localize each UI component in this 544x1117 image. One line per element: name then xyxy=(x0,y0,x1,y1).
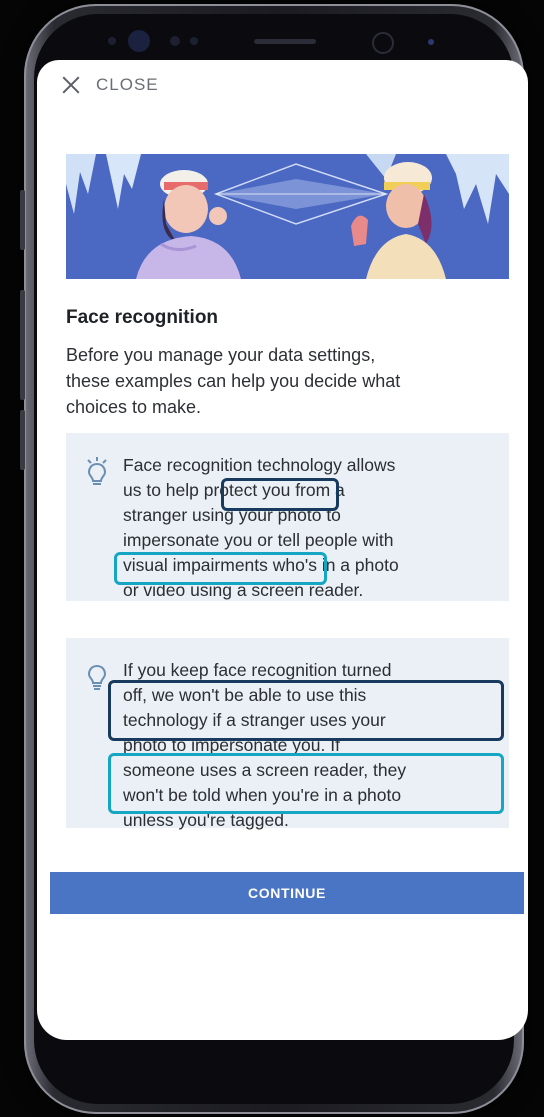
illustration-banner xyxy=(66,154,509,279)
intro-line: these examples can help you decide what xyxy=(66,371,401,391)
device-stage: CLOSE Face recognition Before you manage… xyxy=(0,0,544,1117)
highlight-visual-impairments xyxy=(114,552,327,585)
volume-button xyxy=(20,190,25,250)
camera-icon xyxy=(128,30,150,52)
highlight-protect-you xyxy=(221,478,339,511)
example-card-off: If you keep face recognition turned off,… xyxy=(66,638,509,830)
lightbulb-off-icon xyxy=(87,664,107,690)
continue-button[interactable]: CONTINUE xyxy=(50,872,524,914)
card-line: impersonate you or tell people with xyxy=(123,530,394,550)
example-card-on: Face recognition technology allows us to… xyxy=(66,433,509,601)
sensor-dot xyxy=(190,37,198,45)
app-screen: CLOSE Face recognition Before you manage… xyxy=(37,60,528,1040)
bixby-button xyxy=(20,410,25,470)
close-label: CLOSE xyxy=(96,75,159,94)
card-line: Face recognition technology allows xyxy=(123,455,396,475)
sensor-dot xyxy=(108,37,116,45)
intro-line: Before you manage your data settings, xyxy=(66,345,376,365)
close-button[interactable]: CLOSE xyxy=(60,73,159,97)
intro-line: choices to make. xyxy=(66,397,202,417)
highlight-impersonation xyxy=(108,680,504,741)
side-button xyxy=(20,290,25,400)
sensor-dot xyxy=(170,36,180,46)
lightbulb-on-icon xyxy=(87,457,107,485)
sensor-dot xyxy=(428,39,434,45)
face-recognition-illustration xyxy=(66,154,509,279)
highlight-screen-reader xyxy=(108,753,504,814)
intro-text: Before you manage your data settings, th… xyxy=(66,342,516,420)
page-title: Face recognition xyxy=(66,307,219,328)
iris-scanner xyxy=(372,32,394,54)
earpiece-speaker xyxy=(254,39,316,44)
close-icon xyxy=(60,74,82,96)
